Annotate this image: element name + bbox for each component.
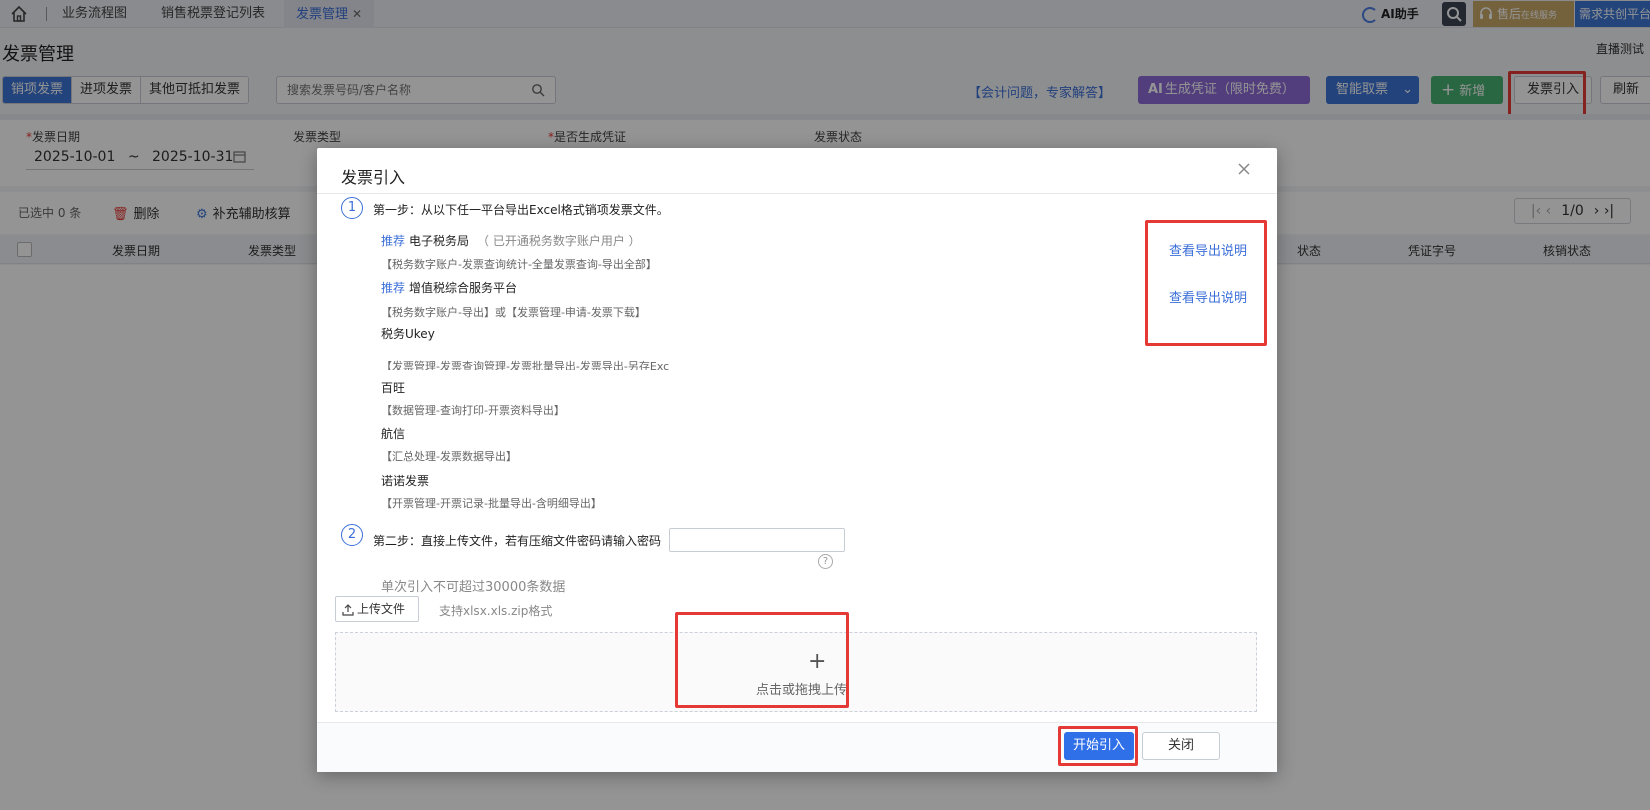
highlight-export-guide-links	[1145, 220, 1267, 346]
step-1-marker: 1	[341, 197, 363, 219]
supported-formats-text: 支持xlsx.xls.zip格式	[439, 604, 553, 618]
dialog-title: 发票引入	[341, 168, 406, 187]
archive-password-input[interactable]	[669, 528, 845, 552]
platform-nuonuo-path: 【开票管理-开票记录-批量导出-含明细导出】	[381, 497, 602, 510]
import-limit-text: 单次引入不可超过30000条数据	[381, 580, 566, 595]
platform-hangxin-path: 【汇总处理-发票数据导出】	[381, 450, 517, 463]
dialog-footer: 开始引入 关闭	[317, 722, 1277, 772]
platform-tax-ukey: 税务Ukey	[381, 327, 435, 341]
platform-hangxin: 航信	[381, 427, 406, 441]
platform-etax: 推荐 电子税务局（ 已开通税务数字账户用户 ）	[381, 234, 641, 248]
start-import-button[interactable]: 开始引入	[1064, 732, 1134, 760]
file-dropzone[interactable]: + 点击或拖拽上传	[335, 632, 1257, 712]
dropzone-text: 点击或拖拽上传	[756, 683, 848, 698]
plus-icon: +	[808, 649, 827, 674]
step-1-text: 第一步：从以下任一平台导出Excel格式销项发票文件。	[373, 203, 669, 217]
platform-vat-service-path: 【税务数字账户-导出】或【发票管理-申请-发票下载】	[381, 306, 646, 319]
upload-file-label: 上传文件	[357, 602, 406, 616]
platform-nuonuo: 诺诺发票	[381, 474, 430, 488]
help-icon[interactable]: ?	[818, 554, 833, 569]
vat-export-guide-link[interactable]: 查看导出说明	[1169, 287, 1247, 306]
upload-file-button[interactable]: 上传文件	[335, 596, 419, 622]
platform-baiwang-path: 【数据管理-查询打印-开票资料导出】	[381, 404, 565, 417]
upload-icon	[342, 603, 354, 616]
step-2-marker: 2	[341, 524, 363, 546]
platform-vat-service: 推荐 增值税综合服务平台	[381, 281, 518, 295]
close-icon[interactable]	[1235, 160, 1253, 178]
platform-baiwang: 百旺	[381, 381, 406, 395]
etax-export-guide-link[interactable]: 查看导出说明	[1169, 240, 1247, 259]
dialog-header: 发票引入	[317, 148, 1277, 194]
platform-tax-ukey-path: 【发票管理-发票查询管理-发票批量导出-发票导出-另存Exc	[381, 360, 670, 370]
step-2-text: 第二步：直接上传文件，若有压缩文件密码请输入密码	[373, 534, 662, 548]
close-button[interactable]: 关闭	[1142, 732, 1220, 760]
invoice-import-dialog: 发票引入 1 第一步：从以下任一平台导出Excel格式销项发票文件。 推荐 电子税…	[317, 148, 1277, 772]
platform-etax-path: 【税务数字账户-发票查询统计-全量发票查询-导出全部】	[381, 258, 657, 271]
